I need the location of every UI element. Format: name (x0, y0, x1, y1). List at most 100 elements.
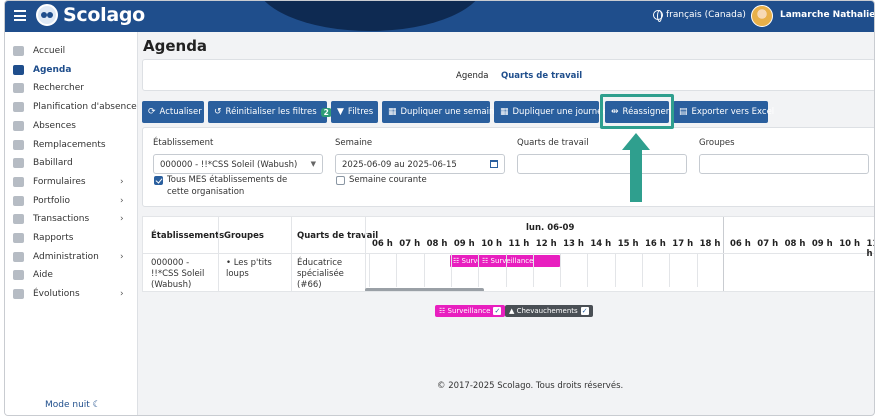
hour-label: 09 h (811, 239, 833, 249)
hour-label: 12 h (535, 239, 557, 249)
hour-label: 07 h (399, 239, 421, 249)
hour-label: 06 h (730, 239, 751, 249)
divider (291, 217, 292, 291)
row-group: • Les p'tits loups (226, 258, 272, 279)
export-excel-button[interactable]: ▤ Exporter vers Excel (673, 101, 774, 123)
reset-filters-button[interactable]: ↺ Réinitialiser les filtres 2 (208, 101, 332, 123)
filters-button[interactable]: ▼ Filtres (331, 101, 378, 123)
hour-label: 17 h (672, 239, 694, 249)
row-shift: Éducatrice spécialisée (#66) (297, 258, 344, 290)
sidebar-item-évolutions[interactable]: Évolutions › (5, 285, 138, 303)
sidebar-item-portfolio[interactable]: Portfolio › (5, 192, 138, 210)
hour-gridline (505, 253, 507, 287)
week-date-range-input[interactable]: 2025-06-09 au 2025-06-15 (335, 154, 505, 174)
calendar-icon: ▦ (388, 107, 397, 117)
groups-label: Groupes (699, 138, 735, 148)
avatar[interactable] (751, 5, 773, 27)
hour-label: 18 h (699, 239, 721, 249)
filters-panel: Établissement 000000 - !!*CSS Soleil (Wa… (142, 127, 874, 207)
sidebar-item-babillard[interactable]: Babillard (5, 154, 138, 172)
search-icon (13, 83, 24, 93)
pointer-arrow-head (622, 133, 650, 150)
tab-agenda[interactable]: Agenda (456, 71, 488, 81)
megaphone-icon (13, 158, 24, 168)
current-week-checkbox[interactable] (336, 176, 345, 185)
forms-icon (13, 177, 24, 187)
night-mode-toggle[interactable]: Mode nuit ☾ (45, 400, 101, 410)
chevron-right-icon: › (120, 177, 124, 187)
sidebar-item-formulaires[interactable]: Formulaires › (5, 173, 138, 191)
folder-icon (13, 196, 24, 206)
sidebar-item-absences[interactable]: Absences (5, 117, 138, 135)
legend-surveillance-label: ☷ Surveillance (439, 307, 491, 315)
sidebar-item-label: Planification d'absence (33, 102, 137, 112)
calendar-plan-icon (13, 102, 24, 112)
duplicate-day-button[interactable]: ▦ Dupliquer une journée (494, 101, 608, 123)
groups-input[interactable] (699, 154, 869, 174)
establishment-select[interactable]: 000000 - !!*CSS Soleil (Wabush) ▼ (153, 154, 323, 174)
replace-icon (13, 140, 24, 150)
calendar-icon[interactable] (490, 160, 498, 168)
sidebar-item-label: Babillard (33, 158, 73, 168)
app-name: Scolago (63, 4, 145, 26)
row-establishment: 000000 - !!*CSS Soleil (Wabush) (151, 258, 205, 290)
all-establishments-label: Tous MES établissements de cette organis… (167, 175, 288, 197)
hour-gridline (614, 253, 616, 287)
sidebar-item-label: Portfolio (33, 196, 71, 206)
establishment-value: 000000 - !!*CSS Soleil (Wabush) (160, 160, 298, 170)
sidebar-item-agenda[interactable]: Agenda (5, 61, 138, 79)
sidebar-item-accueil[interactable]: Accueil (5, 42, 138, 60)
sidebar-item-label: Accueil (33, 46, 66, 56)
sidebar-item-rechercher[interactable]: Rechercher (5, 79, 138, 97)
hour-label: 09 h (453, 239, 475, 249)
shift-block-surveillance[interactable]: ☷ Surveillance (479, 255, 560, 267)
legend-overlaps[interactable]: ▲ Chevauchements ✓ (505, 305, 593, 317)
refresh-button[interactable]: ⟳ Actualiser (142, 101, 204, 123)
divider (218, 217, 219, 291)
hour-label: 08 h (426, 239, 448, 249)
hour-label: 10 h (481, 239, 503, 249)
establishment-label: Établissement (153, 138, 214, 148)
horizontal-scrollbar[interactable] (365, 288, 484, 291)
shifts-input[interactable] (517, 154, 687, 174)
sidebar-item-aide[interactable]: Aide (5, 266, 138, 284)
chevron-down-icon: ▼ (310, 160, 316, 168)
reset-icon: ↺ (214, 107, 222, 117)
all-establishments-checkbox[interactable] (154, 176, 163, 185)
language-selector[interactable]: français (Canada) (653, 10, 746, 22)
sidebar-item-transactions[interactable]: Transactions › (5, 210, 138, 228)
hour-gridline (696, 253, 698, 287)
sidebar-item-label: Agenda (33, 65, 72, 75)
calendar-icon (13, 65, 24, 75)
filters-label: Filtres (347, 107, 374, 117)
logo[interactable]: Scolago (36, 4, 145, 26)
legend-surveillance[interactable]: ☷ Surveillance ✓ (435, 305, 506, 317)
hour-gridline (532, 253, 534, 287)
hour-label: 11 h (508, 239, 530, 249)
sidebar-item-rapports[interactable]: Rapports (5, 229, 138, 247)
week-value: 2025-06-09 au 2025-06-15 (342, 160, 457, 170)
reassign-highlight-box (600, 94, 674, 129)
column-header-groups: Groupes (224, 231, 264, 241)
chevron-right-icon: › (120, 214, 124, 224)
sidebar-item-administration[interactable]: Administration › (5, 248, 138, 266)
sidebar-item-planification-d-absence[interactable]: Planification d'absence (5, 98, 138, 116)
chevron-right-icon: › (120, 196, 124, 206)
sidebar-item-label: Remplacements (33, 140, 106, 150)
page-title: Agenda (143, 37, 208, 55)
week-label: Semaine (335, 138, 373, 148)
user-name[interactable]: Lamarche Nathalie (780, 10, 874, 20)
sidebar-item-remplacements[interactable]: Remplacements (5, 136, 138, 154)
hour-label: 06 h (372, 239, 393, 249)
user-absence-icon (13, 121, 24, 131)
tab-quarts-de-travail[interactable]: Quarts de travail (501, 71, 582, 81)
owl-logo-icon (36, 4, 58, 26)
shift-block-surveillance[interactable]: ☷ Surveillance (450, 255, 480, 267)
transactions-icon (13, 214, 24, 224)
globe-icon (653, 10, 663, 22)
home-icon (13, 46, 24, 56)
top-bar: Scolago français (Canada) Lamarche Natha… (5, 1, 874, 32)
menu-icon[interactable] (14, 10, 26, 21)
help-icon (13, 270, 24, 280)
duplicate-week-button[interactable]: ▦ Dupliquer une semaine (382, 101, 500, 123)
